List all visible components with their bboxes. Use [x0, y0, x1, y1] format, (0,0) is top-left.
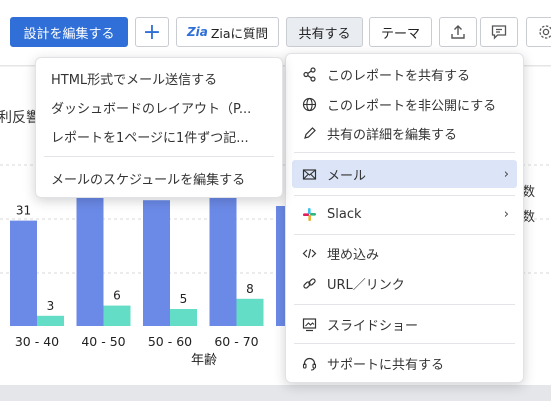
embed-item[interactable]: 埋め込み: [286, 240, 523, 266]
slack-icon: [300, 207, 318, 222]
share-with-support-label: サポートに共有する: [327, 357, 445, 373]
add-button[interactable]: +: [135, 17, 169, 47]
embed-label: 埋め込み: [327, 247, 380, 263]
chevron-right-icon: ›: [503, 166, 509, 182]
globe-icon: [300, 97, 318, 112]
bar-1-1[interactable]: [10, 220, 37, 326]
code-icon: [300, 246, 318, 261]
chevron-right-icon: ›: [503, 206, 509, 222]
mail-one-per-page-item[interactable]: レポートを1ページに1件ずつ記...: [36, 123, 282, 149]
bar-2-3[interactable]: [170, 309, 197, 326]
url-link-item[interactable]: URL／リンク: [286, 270, 523, 296]
bar-2-4[interactable]: [236, 298, 264, 326]
mail-icon: [300, 167, 318, 182]
x-tick-label: 40 - 50: [81, 334, 125, 349]
menu-divider: [294, 195, 515, 196]
url-link-label: URL／リンク: [327, 277, 405, 293]
bar-2-1[interactable]: [37, 315, 64, 326]
menu-divider: [294, 234, 515, 235]
bar-value-label: 3: [47, 299, 55, 313]
bar-2-2[interactable]: [103, 305, 131, 326]
slideshow-label: スライドショー: [327, 318, 419, 334]
share-button[interactable]: 共有する: [286, 17, 363, 47]
slideshow-item[interactable]: スライドショー: [286, 311, 523, 337]
share-report-item[interactable]: このレポートを共有する: [286, 61, 523, 87]
export-icon: [451, 25, 465, 39]
ask-zia-label: Ziaに質問: [210, 25, 269, 41]
make-private-item[interactable]: このレポートを非公開にする: [286, 91, 523, 117]
mail-dashboard-layout-item[interactable]: ダッシュボードのレイアウト（P...: [36, 94, 282, 120]
x-tick-label: 50 - 60: [148, 334, 192, 349]
bottom-scroll-strip: [0, 385, 551, 401]
bar-value-label: 5: [180, 292, 188, 306]
menu-divider: [294, 343, 515, 344]
x-axis-label: 年齢: [191, 353, 217, 368]
x-tick-label: 30 - 40: [15, 334, 59, 349]
bar-1-3[interactable]: [143, 200, 170, 326]
menu-divider: [44, 156, 274, 157]
pencil-icon: [300, 126, 318, 141]
x-tick-label: 60 - 70: [214, 334, 258, 349]
bar-value-label: 8: [246, 282, 254, 296]
comment-icon: [491, 25, 507, 40]
slack-label: Slack: [327, 206, 362, 222]
mail-submenu: HTML形式でメール送信する ダッシュボードのレイアウト（P... レポートを1…: [35, 57, 283, 198]
make-private-label: このレポートを非公開にする: [327, 98, 497, 114]
link-icon: [300, 276, 318, 291]
theme-button[interactable]: テーマ: [369, 17, 432, 47]
share-report-label: このレポートを共有する: [327, 68, 471, 84]
headset-icon: [300, 356, 318, 371]
settings-button[interactable]: [526, 17, 551, 47]
bar-value-label: 31: [16, 204, 31, 218]
mail-html-item[interactable]: HTML形式でメール送信する: [36, 65, 282, 91]
share-menu: このレポートを共有する このレポートを非公開にする 共有の詳細を編集する メール…: [285, 53, 524, 383]
edit-share-details-item[interactable]: 共有の詳細を編集する: [286, 120, 523, 146]
bar-value-label: 6: [113, 289, 121, 303]
share-icon: [300, 66, 318, 82]
mail-item[interactable]: メール ›: [292, 160, 517, 188]
mail-one-per-page-label: レポートを1ページに1件ずつ記...: [51, 130, 249, 146]
gear-icon: [539, 25, 551, 39]
bar-1-2[interactable]: [76, 186, 104, 326]
zia-logo-icon: Zia: [186, 25, 208, 39]
menu-divider: [294, 304, 515, 305]
menu-divider: [294, 152, 515, 153]
edit-share-details-label: 共有の詳細を編集する: [327, 127, 458, 143]
share-with-support-item[interactable]: サポートに共有する: [286, 350, 523, 376]
edit-mail-schedule-label: メールのスケジュールを編集する: [51, 172, 246, 188]
edit-mail-schedule-item[interactable]: メールのスケジュールを編集する: [36, 165, 282, 191]
comment-button[interactable]: [480, 17, 518, 47]
edit-design-button[interactable]: 設計を編集する: [10, 17, 128, 47]
mail-html-label: HTML形式でメール送信する: [51, 72, 218, 88]
bar-1-4[interactable]: [209, 183, 237, 326]
slideshow-icon: [300, 317, 318, 332]
mail-label: メール: [327, 168, 367, 184]
export-button[interactable]: [439, 17, 477, 47]
ask-zia-button[interactable]: Zia Ziaに質問: [176, 17, 279, 47]
mail-dashboard-layout-label: ダッシュボードのレイアウト（P...: [51, 101, 252, 117]
slack-item[interactable]: Slack ›: [286, 201, 523, 227]
